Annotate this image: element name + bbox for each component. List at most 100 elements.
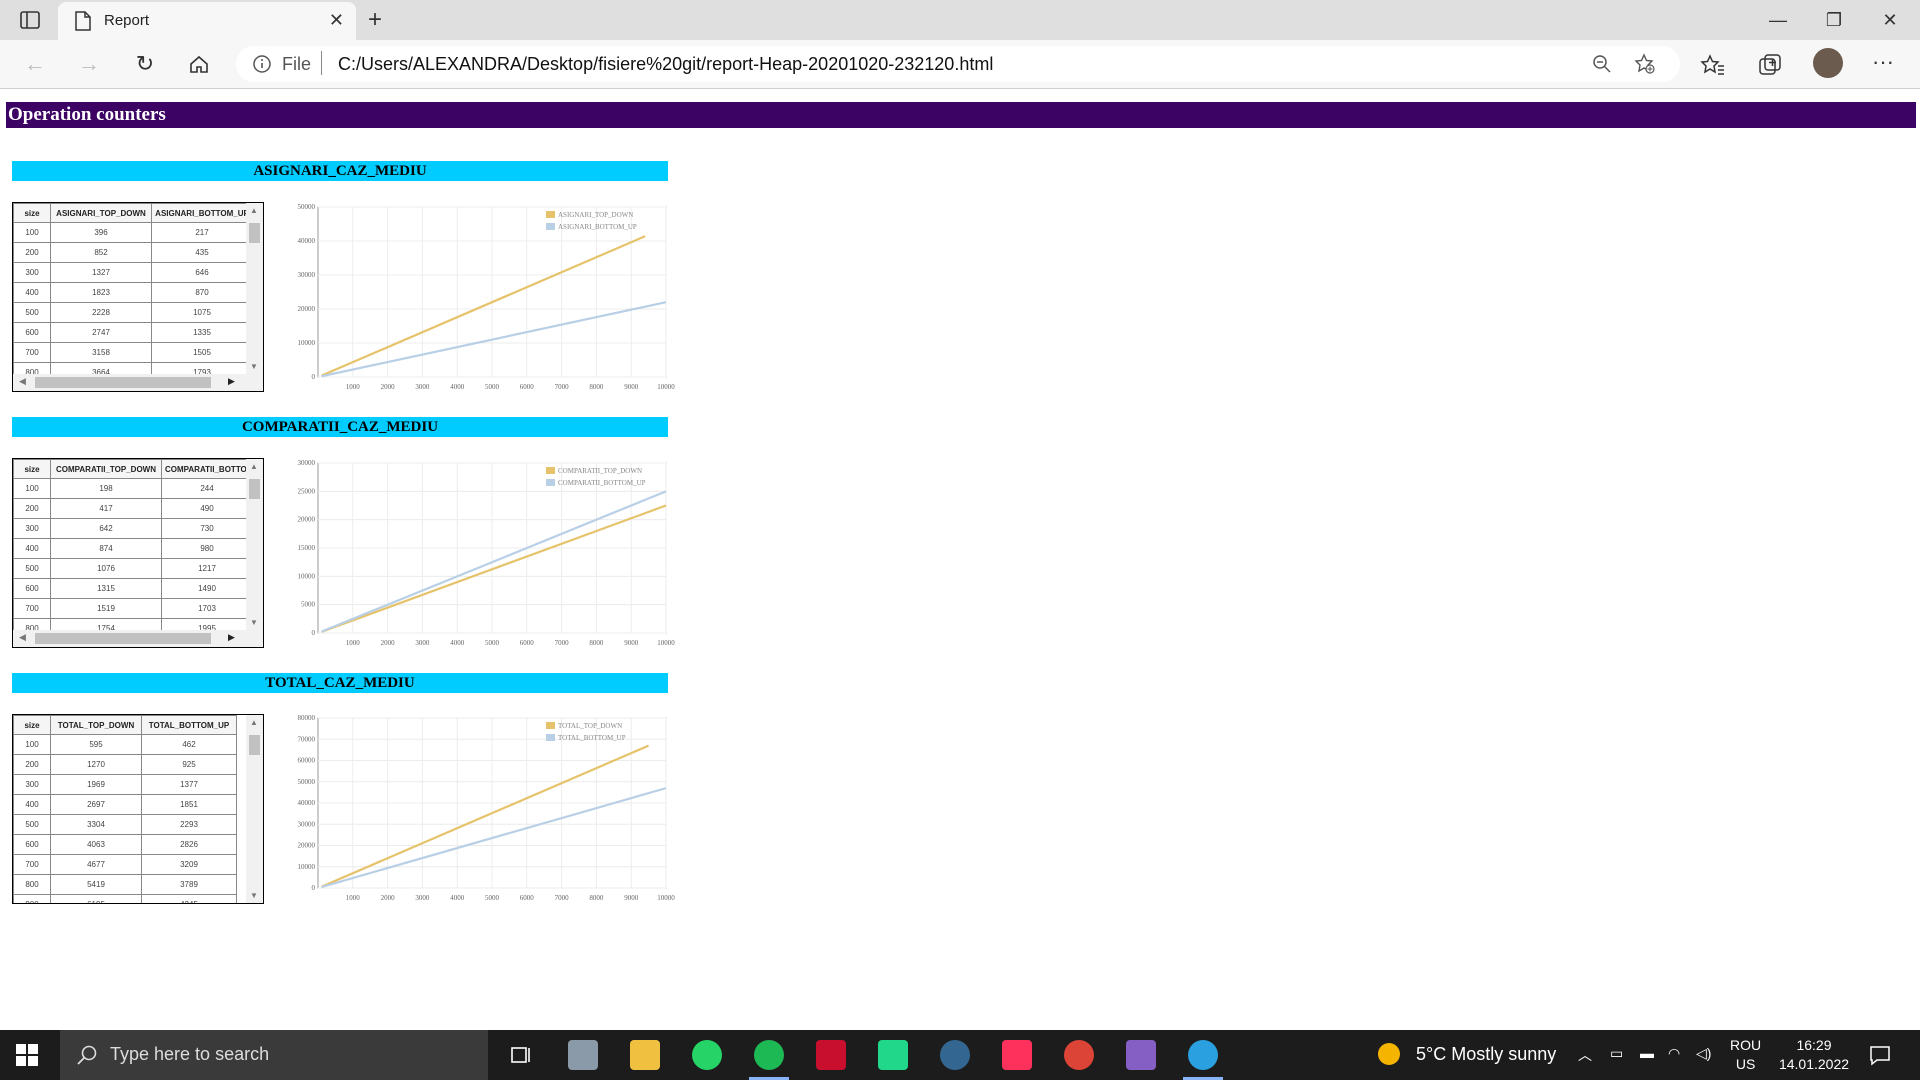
arduino-ide-icon[interactable] (816, 1040, 846, 1070)
data-table-scroll[interactable]: size TOTAL_TOP_DOWN TOTAL_BOTTOM_UP 100 5… (12, 714, 264, 904)
taskbar-search-field[interactable]: Type here to search (60, 1030, 488, 1080)
remote-desktop-icon[interactable] (568, 1040, 598, 1070)
visual-studio-icon[interactable] (1126, 1040, 1156, 1070)
table-cell: 4063 (50, 834, 142, 855)
scroll-down-icon[interactable]: ▼ (250, 891, 258, 900)
x-tick-label: 4000 (450, 639, 465, 647)
home-icon[interactable] (182, 48, 216, 80)
chrome-icon[interactable] (1064, 1040, 1094, 1070)
table-row: 500 2228 1075 (13, 302, 253, 323)
table-row: 100 198 244 (13, 478, 253, 499)
collections-icon[interactable] (1757, 52, 1783, 78)
table-row: 500 1076 1217 (13, 558, 253, 579)
intellij-icon[interactable] (1002, 1040, 1032, 1070)
task-view-icon[interactable] (506, 1040, 536, 1070)
settings-more-icon[interactable]: ··· (1872, 51, 1898, 78)
table-cell: 2228 (50, 302, 152, 323)
edge-icon[interactable] (1188, 1040, 1218, 1070)
table-cell: 300 (13, 518, 51, 539)
window-close-icon[interactable]: ✕ (1860, 4, 1920, 36)
scroll-right-icon[interactable]: ▶ (228, 632, 235, 643)
scroll-up-icon[interactable]: ▲ (250, 206, 258, 215)
weather-sun-icon[interactable] (1378, 1043, 1400, 1065)
scrollbar-thumb[interactable] (249, 479, 260, 499)
scrollbar-thumb[interactable] (35, 633, 211, 644)
vertical-scrollbar[interactable]: ▲ ▼ (246, 715, 263, 903)
restore-icon[interactable]: ❐ (1804, 4, 1864, 36)
table-row: 500 3304 2293 (13, 814, 237, 835)
url-scheme-label: File (282, 54, 312, 74)
scroll-right-icon[interactable]: ▶ (228, 376, 235, 387)
table-cell: 874 (50, 538, 162, 559)
vertical-scrollbar[interactable]: ▲ ▼ (246, 203, 263, 374)
horizontal-scrollbar[interactable]: ◀ ▶ (13, 630, 263, 647)
back-icon[interactable]: ← (18, 48, 52, 80)
system-clock[interactable]: 16:29 14.01.2022 (1772, 1036, 1856, 1074)
scrollbar-thumb[interactable] (35, 377, 211, 388)
favorites-icon[interactable] (1700, 52, 1726, 78)
x-tick-label: 7000 (555, 639, 570, 647)
add-favorite-icon[interactable] (1634, 53, 1656, 80)
clion-icon[interactable] (878, 1040, 908, 1070)
horizontal-scrollbar[interactable]: ◀ ▶ (13, 374, 263, 391)
windows-start-icon[interactable] (16, 1044, 38, 1066)
minimize-icon[interactable]: — (1748, 4, 1808, 36)
legend-swatch (546, 734, 555, 741)
battery-icon[interactable]: ▬ (1640, 1045, 1654, 1061)
close-tab-icon[interactable]: ✕ (329, 10, 344, 31)
data-table-scroll[interactable]: size ASIGNARI_TOP_DOWN ASIGNARI_BOTTOM_U… (12, 202, 264, 392)
table-cell: 600 (13, 834, 51, 855)
scrollbar-thumb[interactable] (249, 223, 260, 243)
whatsapp-icon[interactable] (692, 1040, 722, 1070)
wifi-icon[interactable]: ◠ (1668, 1045, 1680, 1062)
y-tick-label: 20000 (298, 516, 316, 524)
table-row: 90061954245 (13, 894, 237, 903)
postgresql-icon[interactable] (940, 1040, 970, 1070)
scroll-up-icon[interactable]: ▲ (250, 718, 258, 727)
table-cell: 2747 (50, 322, 152, 343)
scroll-down-icon[interactable]: ▼ (250, 362, 258, 371)
tab-actions-icon[interactable] (18, 8, 42, 32)
data-table-scroll[interactable]: size COMPARATII_TOP_DOWN COMPARATII_BOTT… (12, 458, 264, 648)
table-cell: 3158 (50, 342, 152, 363)
input-language[interactable]: ROU US (1730, 1036, 1761, 1074)
scrollbar-thumb[interactable] (249, 735, 260, 755)
legend-label: TOTAL_BOTTOM_UP (558, 734, 626, 742)
x-tick-label: 9000 (624, 639, 639, 647)
file-explorer-icon[interactable] (630, 1040, 660, 1070)
zoom-out-icon[interactable] (1592, 54, 1612, 79)
vertical-scrollbar[interactable]: ▲ ▼ (246, 459, 263, 630)
y-tick-label: 20000 (298, 842, 316, 850)
table-cell: 1851 (141, 794, 237, 815)
spotify-icon[interactable] (754, 1040, 784, 1070)
tab-report[interactable]: Report ✕ (58, 2, 356, 40)
url-field[interactable]: File C:/Users/ALEXANDRA/Desktop/fisiere%… (236, 46, 1680, 82)
table-cell: 4245 (141, 894, 237, 903)
table-cell: 100 (13, 478, 51, 499)
show-hidden-icons-icon[interactable]: ︿ (1578, 1045, 1592, 1065)
scroll-down-icon[interactable]: ▼ (250, 618, 258, 627)
forward-icon[interactable]: → (72, 48, 106, 80)
volume-icon[interactable]: ◁) (1696, 1045, 1711, 1062)
new-tab-icon[interactable]: + (368, 6, 382, 34)
table-cell: 490 (161, 498, 253, 519)
weather-text[interactable]: 5°C Mostly sunny (1416, 1044, 1556, 1065)
y-tick-label: 60000 (298, 757, 316, 765)
info-icon[interactable] (252, 54, 272, 79)
notifications-icon[interactable] (1868, 1043, 1892, 1072)
table-cell: 600 (13, 578, 51, 599)
table-cell: 400 (13, 282, 51, 303)
table-cell: 1335 (151, 322, 253, 343)
url-text[interactable]: C:/Users/ALEXANDRA/Desktop/fisiere%20git… (338, 54, 993, 75)
profile-avatar[interactable] (1813, 48, 1843, 78)
y-tick-label: 20000 (298, 305, 316, 313)
meet-now-icon[interactable]: ▭ (1610, 1045, 1623, 1062)
scroll-left-icon[interactable]: ◀ (19, 632, 26, 643)
y-tick-label: 5000 (301, 601, 316, 609)
table-cell: 400 (13, 794, 51, 815)
column-header: TOTAL_BOTTOM_UP (141, 715, 237, 735)
scroll-up-icon[interactable]: ▲ (250, 462, 258, 471)
scroll-left-icon[interactable]: ◀ (19, 376, 26, 387)
refresh-icon[interactable]: ↻ (128, 48, 162, 80)
table-cell: 1823 (50, 282, 152, 303)
